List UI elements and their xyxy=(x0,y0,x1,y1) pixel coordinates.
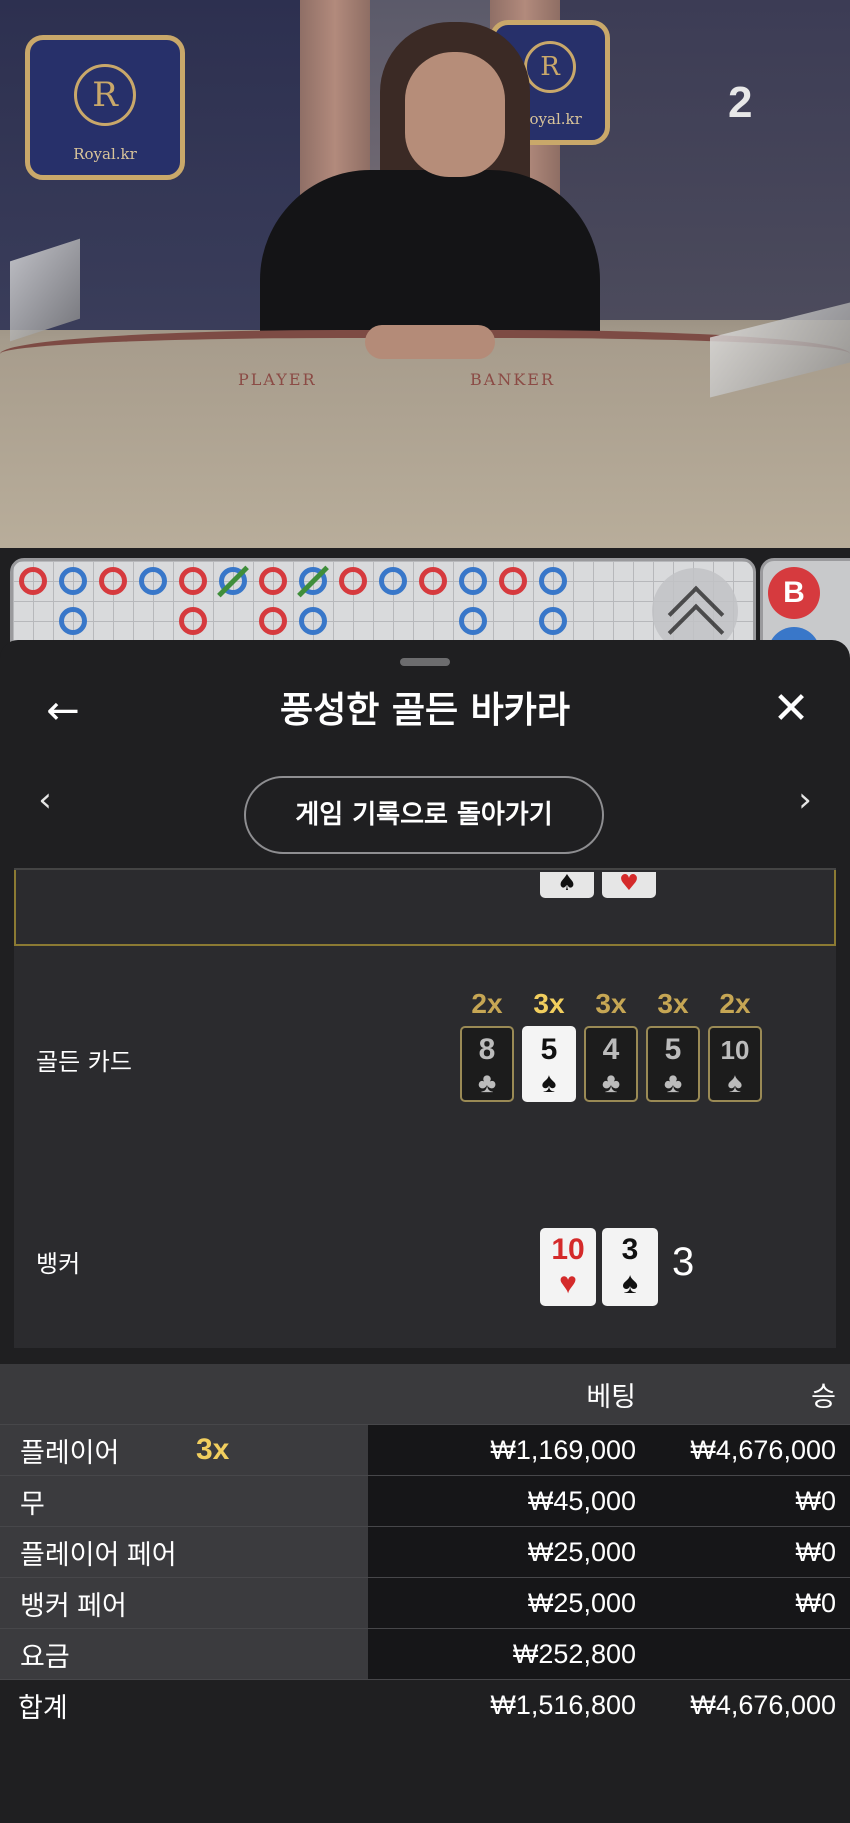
golden-card: 8 ♣ xyxy=(460,1026,514,1102)
bet-type: 플레이어 xyxy=(20,1437,120,1468)
road-banker-mark xyxy=(99,567,127,595)
table-row: 무 ₩45,000 ₩0 xyxy=(0,1475,850,1527)
golden-card-multiplier: 3x xyxy=(595,988,627,1019)
table-header-bet: 베팅 xyxy=(368,1364,646,1425)
golden-card-multiplier: 3x xyxy=(533,988,565,1019)
table-player-label: PLAYER xyxy=(238,370,317,389)
card-rank: 10 xyxy=(551,1233,585,1266)
bet-row-label: 플레이어 3x xyxy=(0,1424,368,1476)
card-suit: ♣ xyxy=(601,1067,621,1098)
card-suit: ♣ xyxy=(663,1067,683,1098)
road-player-mark xyxy=(379,567,407,595)
close-icon[interactable]: ✕ xyxy=(768,686,814,732)
bet-type: 뱅커 페어 xyxy=(0,1577,368,1629)
bet-amount: ₩1,169,000 xyxy=(368,1424,646,1476)
bet-amount: ₩25,000 xyxy=(368,1526,646,1578)
table-row: 뱅커 페어 ₩25,000 ₩0 xyxy=(0,1577,850,1629)
road-player-mark xyxy=(459,567,487,595)
card-suit: ♠ xyxy=(727,1067,743,1098)
road-player-mark xyxy=(139,567,167,595)
golden-card: 10 ♠ xyxy=(708,1026,762,1102)
bets-table: 베팅 승 플레이어 3x ₩1,169,000 ₩4,676,000 무 ₩45,… xyxy=(0,1364,850,1730)
multiplier-badge: 3x xyxy=(196,1433,230,1466)
road-banker-mark xyxy=(339,567,367,595)
card-suit: ♣ xyxy=(477,1067,497,1098)
road-banker-mark xyxy=(179,607,207,635)
road-banker-mark xyxy=(19,567,47,595)
total-win: ₩4,676,000 xyxy=(646,1679,850,1730)
road-player-mark xyxy=(539,567,567,595)
chevron-right-icon[interactable]: › xyxy=(790,780,820,820)
total-label: 합계 xyxy=(0,1679,368,1730)
logo-name: Royal.kr xyxy=(73,145,137,163)
round-number: 2 xyxy=(728,78,753,127)
bead-banker-mark: B xyxy=(768,567,820,619)
card-rank: 10 xyxy=(720,1035,750,1065)
player-card-partial: ♠ xyxy=(540,872,594,898)
road-banker-mark xyxy=(419,567,447,595)
dealer-hands xyxy=(365,325,495,359)
banker-card: 3 ♠ xyxy=(602,1228,658,1306)
player-card-partial: ♥ xyxy=(602,872,656,898)
golden-card-multiplier: 2x xyxy=(719,988,751,1019)
banker-score: 3 xyxy=(672,1240,695,1284)
table-row: 플레이어 페어 ₩25,000 ₩0 xyxy=(0,1526,850,1578)
page-title: 풍성한 골든 바카라 xyxy=(279,690,571,731)
bet-amount: ₩25,000 xyxy=(368,1577,646,1629)
card-suit: ♠ xyxy=(622,1267,638,1300)
bet-amount: ₩252,800 xyxy=(368,1628,646,1680)
golden-card-multiplier: 2x xyxy=(471,988,503,1019)
bet-type: 요금 xyxy=(0,1628,368,1680)
road-player-mark xyxy=(299,607,327,635)
card-rank: 8 xyxy=(478,1033,496,1066)
royal-logo-left: R Royal.kr xyxy=(25,35,185,180)
banker-label: 뱅커 xyxy=(36,1250,81,1278)
bet-type: 플레이어 페어 xyxy=(0,1526,368,1578)
road-player-mark xyxy=(59,567,87,595)
road-player-mark xyxy=(539,607,567,635)
card-suit: ♥ xyxy=(559,1267,577,1300)
golden-card: 4 ♣ xyxy=(584,1026,638,1102)
win-amount: ₩0 xyxy=(646,1577,850,1629)
logo-letter: R xyxy=(524,41,576,93)
card-rank: 5 xyxy=(664,1033,682,1066)
winning-hand-highlight xyxy=(14,870,836,946)
card-suit: ♠ xyxy=(541,1067,557,1098)
table-header-row: 베팅 승 xyxy=(0,1364,850,1425)
road-banker-mark xyxy=(259,567,287,595)
road-player-mark xyxy=(59,607,87,635)
win-amount xyxy=(646,1628,850,1680)
logo-letter: R xyxy=(74,64,136,126)
golden-cards-label: 골든 카드 xyxy=(36,1048,132,1076)
back-to-history-button[interactable]: 게임 기록으로 돌아가기 xyxy=(244,776,604,854)
win-amount: ₩0 xyxy=(646,1526,850,1578)
table-row: 플레이어 3x ₩1,169,000 ₩4,676,000 xyxy=(0,1424,850,1476)
golden-card: 5 ♣ xyxy=(646,1026,700,1102)
table-banker-label: BANKER xyxy=(470,370,555,389)
win-amount: ₩0 xyxy=(646,1475,850,1527)
bet-type: 무 xyxy=(0,1475,368,1527)
golden-card: 5 ♠ xyxy=(522,1026,576,1102)
card-rank: 5 xyxy=(540,1033,558,1066)
table-header-empty xyxy=(0,1364,368,1425)
total-bet: ₩1,516,800 xyxy=(368,1679,646,1730)
bet-amount: ₩45,000 xyxy=(368,1475,646,1527)
road-banker-mark xyxy=(499,567,527,595)
card-rank: 3 xyxy=(621,1233,639,1266)
road-player-mark xyxy=(459,607,487,635)
road-banker-mark xyxy=(259,607,287,635)
banker-card: 10 ♥ xyxy=(540,1228,596,1306)
dealer-face xyxy=(405,52,505,177)
road-banker-mark xyxy=(179,567,207,595)
chevron-left-icon[interactable]: ‹ xyxy=(30,780,60,820)
table-row: 요금 ₩252,800 xyxy=(0,1628,850,1680)
live-video: R Royal.kr R Royal.kr PLAYER BANKER 2 xyxy=(0,0,850,548)
table-total-row: 합계 ₩1,516,800 ₩4,676,000 xyxy=(0,1679,850,1730)
sheet-drag-handle[interactable] xyxy=(400,658,450,666)
table-header-win: 승 xyxy=(646,1364,850,1425)
win-amount: ₩4,676,000 xyxy=(646,1424,850,1476)
card-rank: 4 xyxy=(602,1033,620,1066)
golden-card-multiplier: 3x xyxy=(657,988,689,1019)
